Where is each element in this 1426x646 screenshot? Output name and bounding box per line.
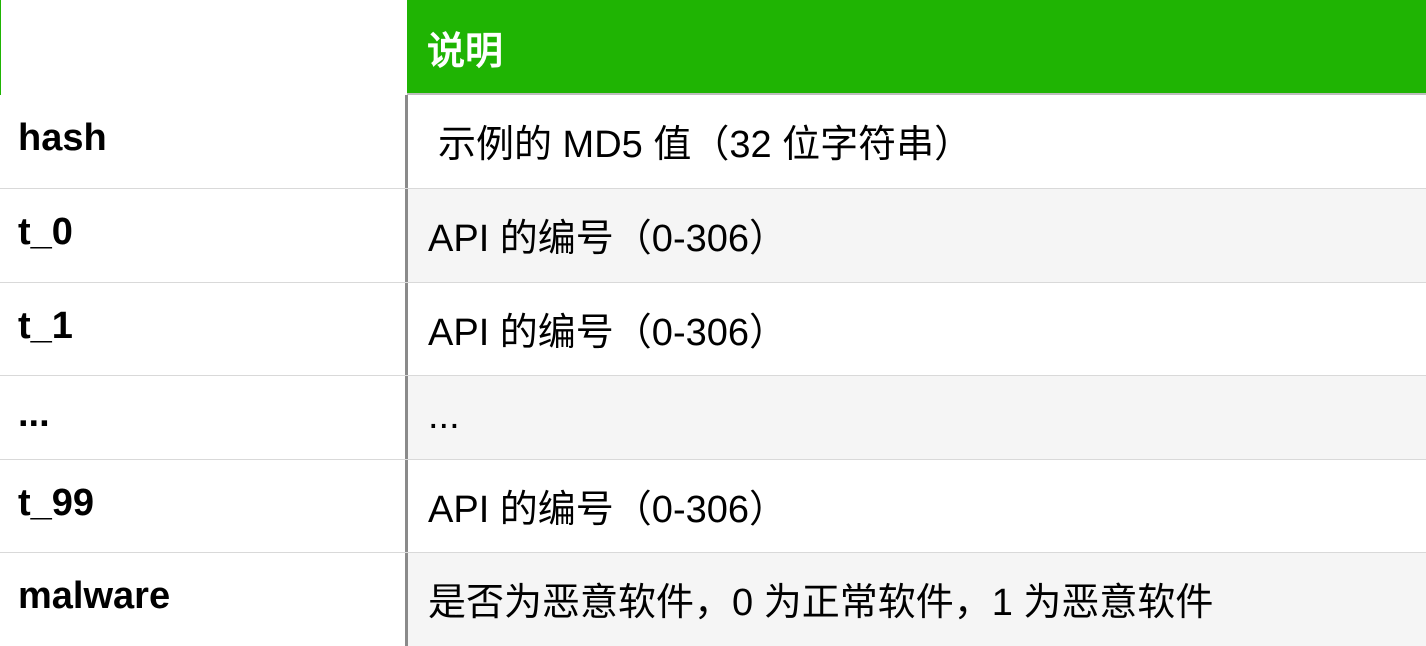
row-field: t_0 <box>0 189 405 282</box>
row-description: ... <box>405 376 1426 459</box>
row-description: API 的编号（0-306） <box>405 283 1426 375</box>
row-description: 示例的 MD5 值（32 位字符串） <box>405 95 1426 188</box>
row-description: API 的编号（0-306） <box>405 460 1426 552</box>
row-field: malware <box>0 553 405 646</box>
header-field: 字段 <box>0 0 405 95</box>
field-table: 字段 说明 hash 示例的 MD5 值（32 位字符串） t_0 API 的编… <box>0 0 1426 646</box>
row-field: t_99 <box>0 460 405 552</box>
row-description: 是否为恶意软件，0 为正常软件，1 为恶意软件 <box>405 553 1426 646</box>
row-field: ... <box>0 376 405 459</box>
row-field: hash <box>0 95 405 188</box>
table-row: t_99 API 的编号（0-306） <box>0 460 1426 553</box>
table-row: malware 是否为恶意软件，0 为正常软件，1 为恶意软件 <box>0 553 1426 646</box>
row-description: API 的编号（0-306） <box>405 189 1426 282</box>
header-description: 说明 <box>405 0 1426 95</box>
row-field: t_1 <box>0 283 405 375</box>
table-row: hash 示例的 MD5 值（32 位字符串） <box>0 95 1426 189</box>
table-row: t_0 API 的编号（0-306） <box>0 189 1426 283</box>
table-row: ... ... <box>0 376 1426 460</box>
table-header-row: 字段 说明 <box>0 0 1426 95</box>
table-row: t_1 API 的编号（0-306） <box>0 283 1426 376</box>
